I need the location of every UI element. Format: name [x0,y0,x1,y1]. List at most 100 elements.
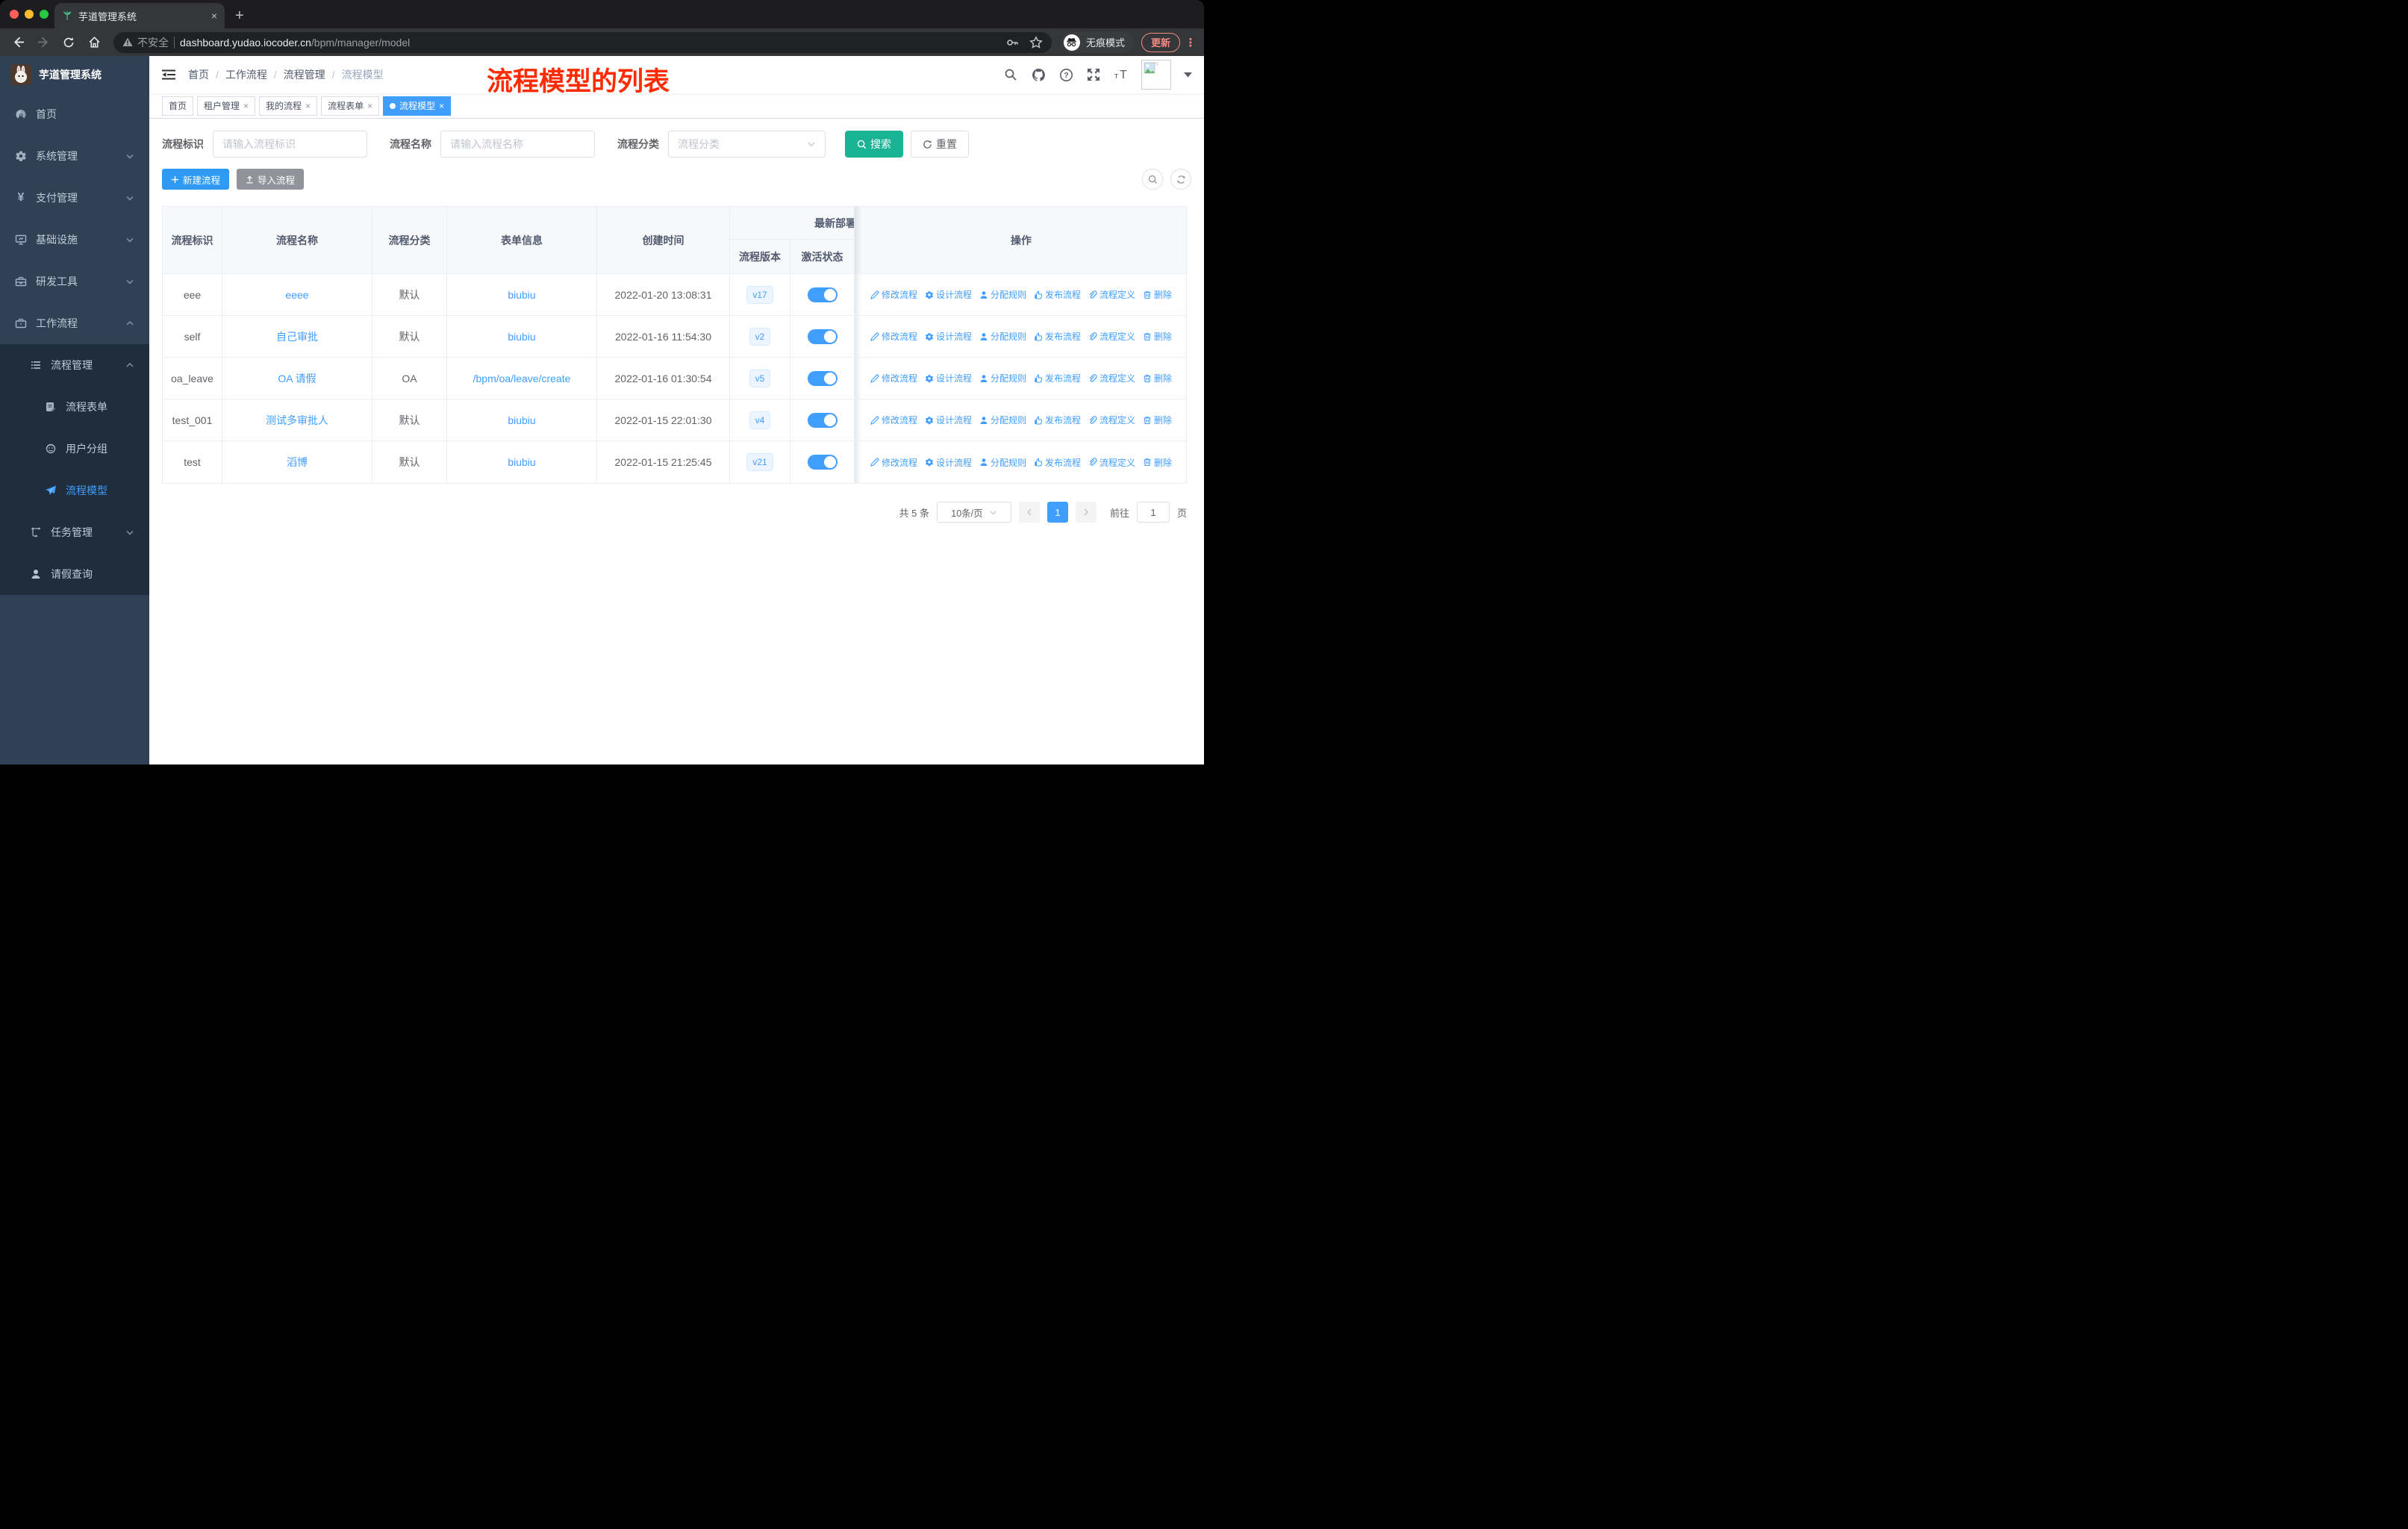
design-process-link[interactable]: 设计流程 [925,288,972,301]
goto-page-input[interactable] [1136,502,1170,523]
refresh-table-button[interactable] [1170,169,1191,190]
edit-process-link[interactable]: 修改流程 [870,372,917,384]
security-warning[interactable]: 不安全 [122,35,169,50]
assign-rule-link[interactable]: 分配规则 [979,288,1026,301]
next-page-button[interactable] [1075,502,1097,523]
fullscreen-icon[interactable] [1086,67,1101,82]
close-window-button[interactable] [10,10,19,19]
close-icon[interactable]: × [367,101,372,111]
minimize-window-button[interactable] [25,10,34,19]
tag-tenant[interactable]: 租户管理 × [197,96,256,116]
search-button[interactable]: 搜索 [845,131,903,158]
delete-link[interactable]: 删除 [1143,330,1172,343]
update-button[interactable]: 更新 [1141,32,1180,52]
form-info-link[interactable]: biubiu [508,414,535,426]
reload-icon[interactable] [58,32,79,53]
github-icon[interactable] [1031,67,1046,82]
import-process-button[interactable]: 导入流程 [237,169,305,190]
process-definition-link[interactable]: 流程定义 [1088,456,1135,469]
process-definition-link[interactable]: 流程定义 [1088,372,1135,384]
zoom-window-button[interactable] [40,10,49,19]
active-toggle[interactable] [807,455,838,470]
delete-link[interactable]: 删除 [1143,372,1172,384]
sidebar-item-user-group[interactable]: 用户分组 [0,428,149,470]
search-icon[interactable] [1003,67,1018,82]
design-process-link[interactable]: 设计流程 [925,414,972,426]
active-toggle[interactable] [807,328,838,344]
help-icon[interactable]: ? [1058,67,1073,82]
tab-close-icon[interactable]: × [211,10,217,22]
edit-process-link[interactable]: 修改流程 [870,330,917,343]
sidebar-item-infrastructure[interactable]: 基础设施 [0,219,149,261]
sidebar-item-process-form[interactable]: 流程表单 [0,386,149,428]
model-name-link[interactable]: eeee [285,289,308,301]
breadcrumb-workflow[interactable]: 工作流程 [225,67,267,82]
reset-button[interactable]: 重置 [911,131,969,158]
design-process-link[interactable]: 设计流程 [925,372,972,384]
publish-process-link[interactable]: 发布流程 [1034,414,1081,426]
edit-process-link[interactable]: 修改流程 [870,414,917,426]
active-toggle[interactable] [807,412,838,428]
publish-process-link[interactable]: 发布流程 [1034,288,1081,301]
current-page[interactable]: 1 [1047,502,1068,523]
model-name-link[interactable]: 测试多审批人 [266,413,328,428]
publish-process-link[interactable]: 发布流程 [1034,330,1081,343]
prev-page-button[interactable] [1018,502,1040,523]
edit-process-link[interactable]: 修改流程 [870,288,917,301]
design-process-link[interactable]: 设计流程 [925,456,972,469]
assign-rule-link[interactable]: 分配规则 [979,456,1026,469]
model-name-link[interactable]: OA 请假 [278,371,316,386]
process-definition-link[interactable]: 流程定义 [1088,414,1135,426]
browser-tab[interactable]: 芋道管理系统 × [54,3,225,28]
sidebar-item-task-management[interactable]: 任务管理 [0,511,149,553]
delete-link[interactable]: 删除 [1143,288,1172,301]
form-info-link[interactable]: biubiu [508,289,535,301]
breadcrumb-process-management[interactable]: 流程管理 [284,67,325,82]
sidebar-logo[interactable]: 芋道管理系统 [0,56,149,93]
back-icon[interactable] [7,32,28,53]
process-definition-link[interactable]: 流程定义 [1088,330,1135,343]
assign-rule-link[interactable]: 分配规则 [979,372,1026,384]
sidebar-item-home[interactable]: 首页 [0,93,149,135]
user-avatar[interactable] [1141,60,1171,90]
bookmark-star-icon[interactable] [1029,35,1043,49]
sidebar-item-process-model[interactable]: 流程模型 [0,470,149,511]
browser-menu-icon[interactable]: ⋮ [1185,36,1197,49]
page-size-select[interactable]: 10条/页 [936,502,1011,523]
delete-link[interactable]: 删除 [1143,456,1172,469]
breadcrumb-home[interactable]: 首页 [188,67,209,82]
sidebar-collapse-icon[interactable] [161,67,176,82]
model-name-link[interactable]: 自己审批 [276,329,318,344]
filter-id-input[interactable] [213,131,367,158]
delete-link[interactable]: 删除 [1143,414,1172,426]
sidebar-item-workflow[interactable]: 工作流程 [0,302,149,344]
close-icon[interactable]: × [243,101,249,111]
sidebar-item-system[interactable]: 系统管理 [0,135,149,177]
sidebar-item-payment[interactable]: ¥ 支付管理 [0,177,149,219]
home-icon[interactable] [84,32,105,53]
filter-category-select[interactable]: 流程分类 [668,131,826,158]
active-toggle[interactable] [807,287,838,302]
close-icon[interactable]: × [305,101,311,111]
show-search-button[interactable] [1142,169,1163,190]
tag-my-process[interactable]: 我的流程 × [259,96,318,116]
edit-process-link[interactable]: 修改流程 [870,456,917,469]
assign-rule-link[interactable]: 分配规则 [979,330,1026,343]
new-tab-button[interactable]: + [235,8,244,23]
model-name-link[interactable]: 滔博 [287,455,308,470]
create-process-button[interactable]: 新建流程 [162,169,230,190]
form-info-link[interactable]: /bpm/oa/leave/create [473,373,571,384]
avatar-caret-icon[interactable] [1184,72,1192,78]
tag-home[interactable]: 首页 [162,96,194,116]
key-icon[interactable] [1005,36,1019,49]
form-info-link[interactable]: biubiu [508,331,535,343]
tag-process-form[interactable]: 流程表单 × [321,96,380,116]
address-bar[interactable]: 不安全 dashboard.yudao.iocoder.cn/bpm/manag… [113,31,1052,53]
process-definition-link[interactable]: 流程定义 [1088,288,1135,301]
assign-rule-link[interactable]: 分配规则 [979,414,1026,426]
publish-process-link[interactable]: 发布流程 [1034,372,1081,384]
sidebar-item-devtools[interactable]: 研发工具 [0,261,149,302]
sidebar-item-process-management[interactable]: 流程管理 [0,344,149,386]
form-info-link[interactable]: biubiu [508,456,535,468]
forward-icon[interactable] [33,32,54,53]
